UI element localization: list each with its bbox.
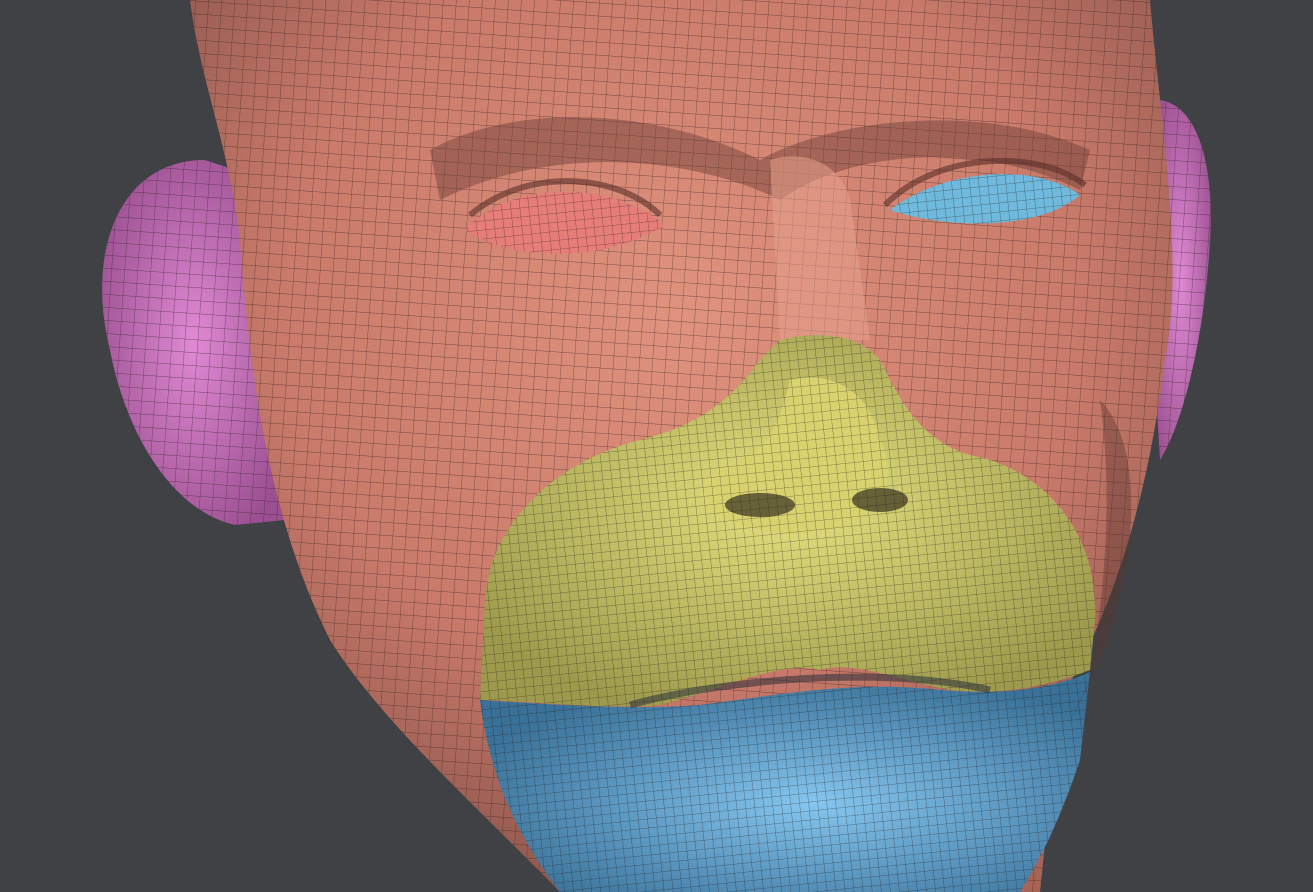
sculpt-render[interactable] <box>0 0 1313 892</box>
3d-viewport[interactable] <box>0 0 1313 892</box>
